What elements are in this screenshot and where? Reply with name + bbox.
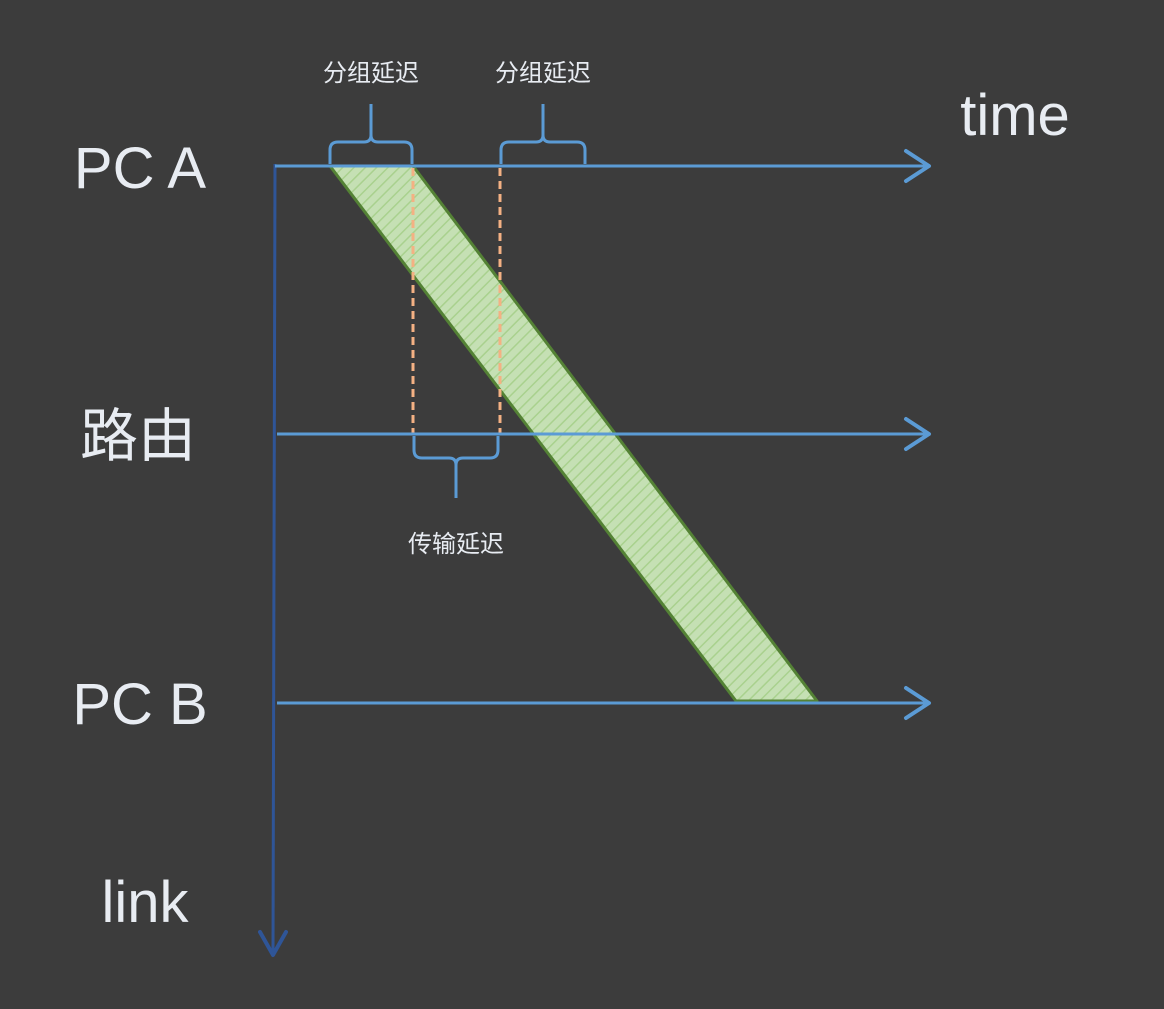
annotation-packet-delay-1: 分组延迟 <box>323 59 419 87</box>
label-time-axis: time <box>960 83 1070 148</box>
annotation-packet-delay-2: 分组延迟 <box>495 59 591 87</box>
brace-packet-delay-1 <box>328 104 414 164</box>
annotation-transmission-delay: 传输延迟 <box>408 530 504 558</box>
timeline-pc-b <box>277 686 931 720</box>
label-router: 路由 <box>80 404 196 469</box>
packet-timing-diagram: PC A 路由 PC B time link 分组延迟 分组延迟 传输延迟 <box>72 59 1070 957</box>
label-pc-a: PC A <box>74 136 206 201</box>
label-link-axis: link <box>101 870 189 935</box>
brace-transmission-delay <box>412 436 500 498</box>
link-axis <box>258 163 288 957</box>
label-pc-b: PC B <box>72 672 207 737</box>
brace-packet-delay-2 <box>499 104 587 164</box>
